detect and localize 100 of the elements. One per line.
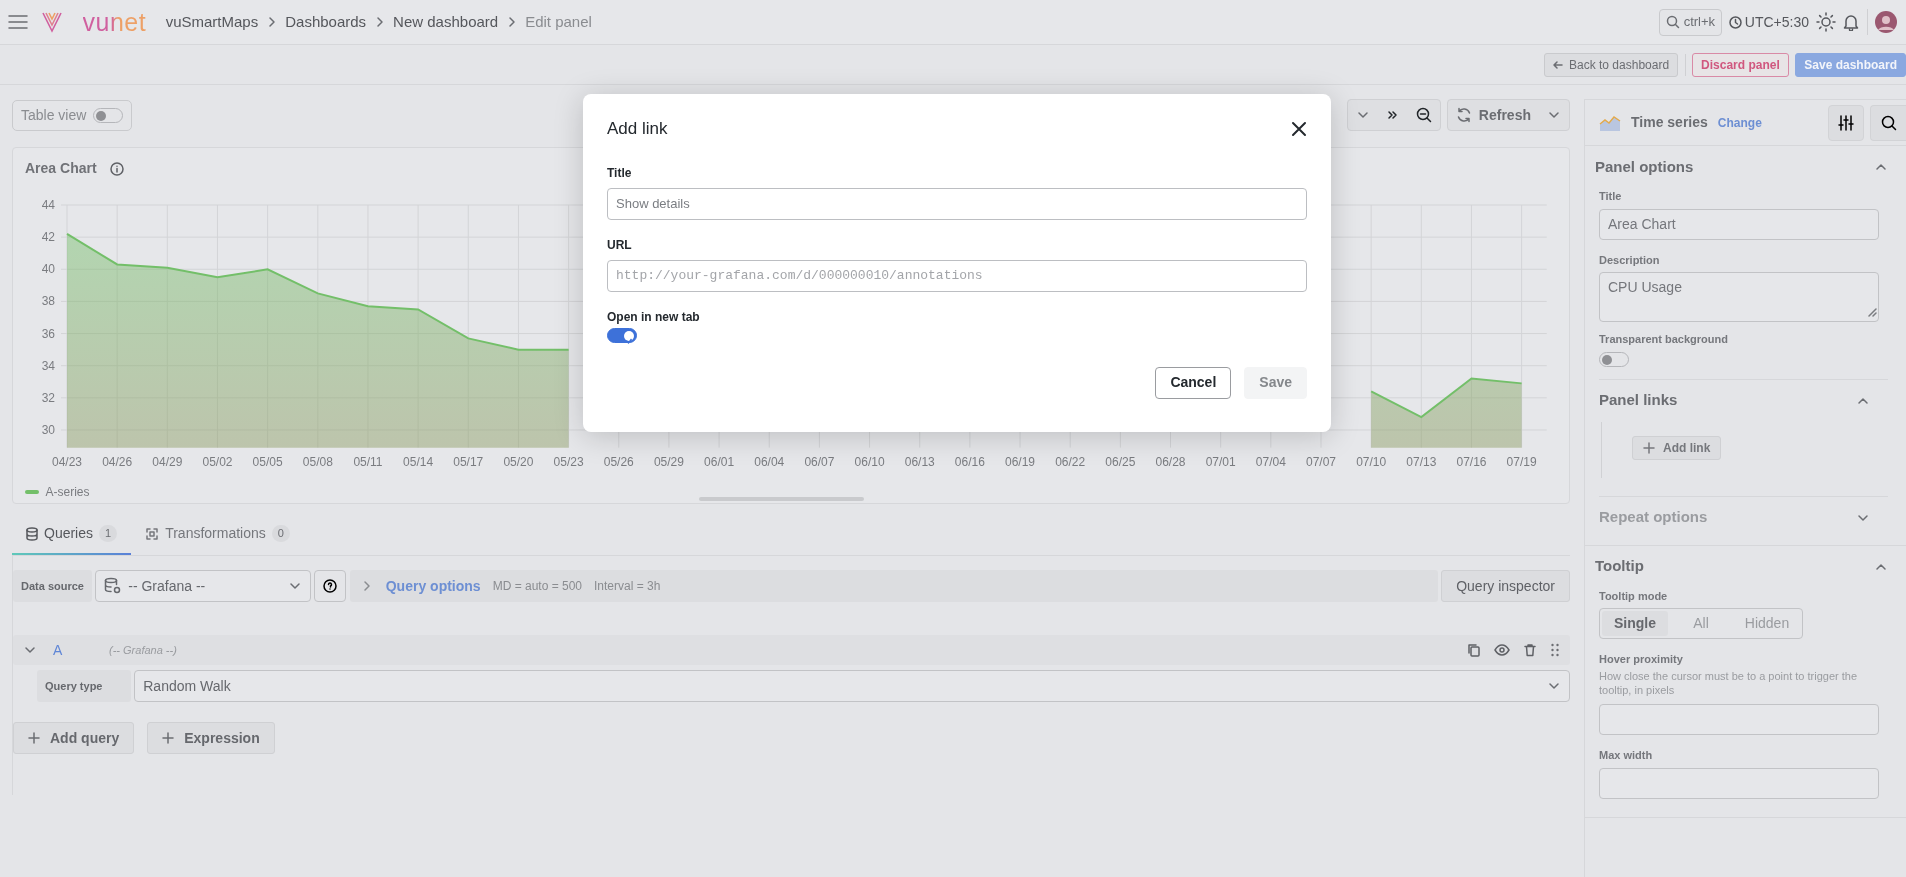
- x-tick-label: 06/01: [704, 454, 735, 469]
- query-type-select[interactable]: Random Walk: [134, 670, 1570, 702]
- breadcrumb-link[interactable]: vuSmartMaps: [165, 10, 259, 34]
- y-tick-label: 38: [41, 294, 55, 309]
- sliders-icon: [1837, 114, 1854, 131]
- x-tick-label: 05/11: [353, 454, 383, 469]
- x-tick-label: 06/13: [904, 454, 935, 469]
- expression-button[interactable]: Expression: [147, 722, 275, 754]
- x-tick-label: 05/26: [603, 454, 634, 469]
- add-query-button[interactable]: Add query: [13, 722, 135, 754]
- search-button[interactable]: ctrl+k: [1658, 8, 1723, 36]
- x-tick-label: 06/04: [754, 454, 785, 469]
- field-label: Description: [1599, 252, 1661, 268]
- plus-icon: [162, 732, 175, 744]
- query-header[interactable]: A (-- Grafana --): [13, 635, 1570, 665]
- mode-option[interactable]: Single: [1602, 611, 1668, 636]
- title-field[interactable]: Area Chart: [1599, 208, 1879, 240]
- field-label: Query type: [37, 670, 131, 702]
- section-header[interactable]: Panel options: [1585, 146, 1906, 188]
- section-header[interactable]: Repeat options: [1599, 496, 1888, 539]
- x-tick-label: 07/16: [1456, 454, 1487, 469]
- x-tick-label: 06/07: [804, 454, 835, 469]
- x-tick-label: 05/14: [403, 454, 434, 469]
- cancel-button[interactable]: Cancel: [1155, 366, 1232, 399]
- x-tick-label: 07/19: [1506, 454, 1537, 469]
- y-tick-label: 36: [41, 326, 55, 341]
- section-header[interactable]: Tooltip: [1585, 545, 1906, 588]
- y-tick-label: 32: [41, 390, 55, 405]
- search-button[interactable]: [1870, 104, 1906, 141]
- field-label: Hover proximity: [1599, 652, 1684, 667]
- mode-option[interactable]: All: [1668, 611, 1734, 636]
- data-source-select[interactable]: -- Grafana --: [95, 570, 312, 602]
- help-button[interactable]: [314, 570, 347, 602]
- query-options-bar[interactable]: Query options MD = auto = 500 Interval = 3h: [349, 570, 1438, 602]
- info-icon[interactable]: [109, 161, 124, 176]
- title-field[interactable]: Show details: [607, 187, 1307, 220]
- section-header[interactable]: Panel links: [1599, 379, 1888, 422]
- breadcrumb-link[interactable]: New dashboard: [393, 10, 499, 34]
- x-tick-label: 07/13: [1406, 454, 1437, 469]
- discard-button[interactable]: Discard panel: [1692, 52, 1789, 77]
- y-tick-label: 30: [41, 423, 55, 437]
- x-tick-label: 06/22: [1055, 454, 1086, 469]
- url-field[interactable]: http://your-grafana.com/d/000000010/annotations: [607, 259, 1307, 292]
- x-tick-label: 07/01: [1205, 454, 1236, 469]
- y-tick-label: 34: [41, 358, 55, 373]
- logo-icon: [41, 10, 63, 34]
- plus-icon: [28, 732, 40, 744]
- x-tick-label: 04/26: [102, 454, 133, 469]
- x-tick-label: 04/29: [152, 454, 183, 469]
- y-tick-label: 42: [41, 230, 55, 245]
- options-button[interactable]: [1827, 104, 1864, 141]
- field-label: Data source: [13, 570, 92, 602]
- field-label: Max width: [1599, 748, 1654, 764]
- query-inspector-button[interactable]: Query inspector: [1441, 570, 1570, 602]
- zoom-out-icon: [1415, 107, 1432, 123]
- database-icon: [26, 526, 38, 541]
- x-tick-label: 07/07: [1306, 454, 1336, 469]
- bell-icon[interactable]: [1842, 13, 1860, 31]
- query-tab[interactable]: Transformations 0: [131, 517, 304, 555]
- query-tab[interactable]: Queries 1: [12, 517, 132, 555]
- y-tick-label: 40: [41, 262, 55, 277]
- change-link[interactable]: Change: [1717, 113, 1762, 132]
- copy-icon[interactable]: [1467, 643, 1481, 657]
- eye-icon[interactable]: [1494, 643, 1510, 657]
- mode-option[interactable]: Hidden: [1734, 611, 1800, 636]
- sun-icon[interactable]: [1815, 12, 1836, 32]
- field-label: Open in new tab: [607, 308, 701, 326]
- number-field[interactable]: [1599, 767, 1879, 799]
- field-label: Tooltip mode: [1599, 588, 1669, 604]
- table-view-toggle[interactable]: Table view: [12, 99, 132, 131]
- avatar-icon[interactable]: [1874, 10, 1898, 34]
- x-tick-label: 05/02: [202, 454, 233, 469]
- x-tick-label: 06/10: [854, 454, 885, 469]
- x-tick-label: 07/10: [1356, 454, 1387, 469]
- x-tick-label: 05/08: [302, 454, 333, 469]
- number-field[interactable]: [1599, 704, 1879, 736]
- x-tick-label: 06/19: [1005, 454, 1036, 469]
- add-link-button[interactable]: Add link: [1632, 435, 1722, 460]
- panel-title: Area Chart: [25, 159, 97, 178]
- description-field[interactable]: CPU Usage: [1599, 272, 1879, 322]
- back-button[interactable]: Back to dashboard: [1544, 52, 1679, 77]
- timezone-button[interactable]: UTC+5:30: [1728, 11, 1809, 33]
- save-button[interactable]: Save dashboard: [1795, 52, 1906, 77]
- drag-handle-icon[interactable]: [1550, 643, 1560, 657]
- legend-item[interactable]: A-series: [25, 483, 90, 501]
- field-label: Transparent background: [1599, 332, 1729, 347]
- menu-icon[interactable]: [8, 15, 28, 29]
- new-tab-toggle[interactable]: [607, 327, 637, 343]
- field-label: Title: [1599, 189, 1623, 204]
- x-tick-label: 05/05: [252, 454, 283, 469]
- close-button[interactable]: [1291, 120, 1307, 137]
- transform-icon: [145, 526, 160, 541]
- x-tick-label: 07/04: [1255, 454, 1286, 469]
- search-icon: [1880, 114, 1897, 131]
- trash-icon[interactable]: [1523, 643, 1537, 657]
- double-chevron-icon: [1385, 108, 1400, 122]
- help-icon: [323, 579, 338, 593]
- breadcrumb-link[interactable]: Dashboards: [285, 10, 367, 34]
- clock-icon: [1728, 15, 1742, 29]
- x-tick-label: 05/23: [553, 454, 584, 469]
